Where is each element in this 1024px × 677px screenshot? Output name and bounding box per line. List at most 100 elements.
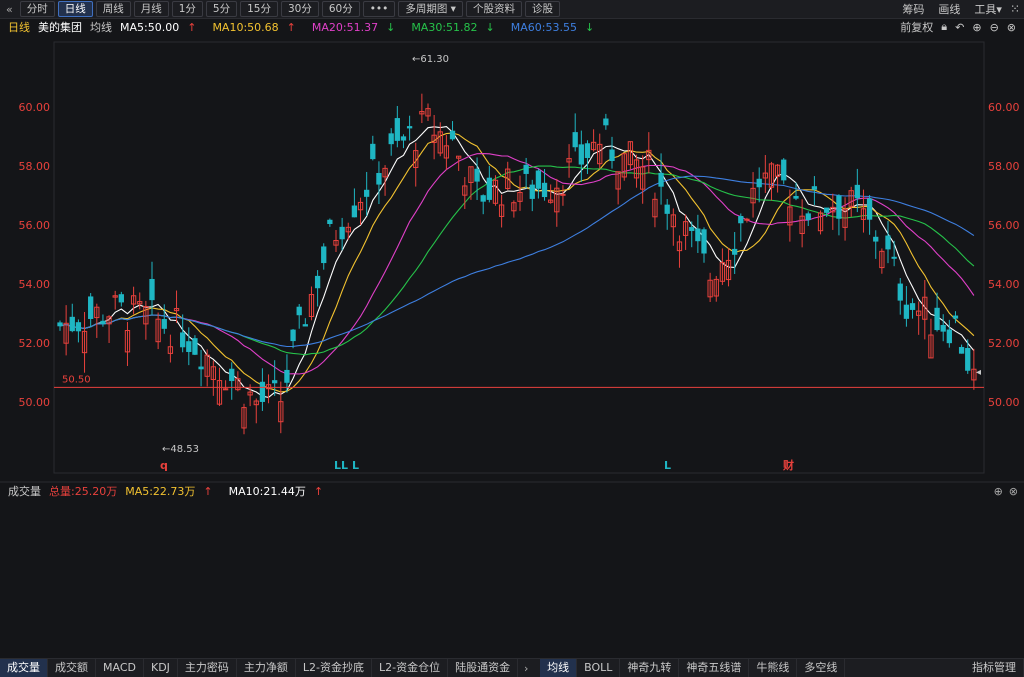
ma5-value: MA5:50.00 bbox=[120, 20, 180, 34]
undo-icon[interactable]: ↶ bbox=[955, 21, 964, 34]
tab-magic-nine[interactable]: 神奇九转 bbox=[620, 659, 680, 677]
chips-button[interactable]: 筹码 bbox=[902, 1, 924, 17]
candle bbox=[302, 318, 308, 327]
plus-circle-icon[interactable]: ⊕ bbox=[994, 485, 1003, 498]
candle-body bbox=[701, 229, 707, 254]
candle-body bbox=[272, 380, 278, 384]
period-tab-weekly[interactable]: 周线 bbox=[95, 1, 131, 17]
candle-body bbox=[370, 143, 376, 160]
event-mark: 财 bbox=[782, 458, 794, 472]
candle-body bbox=[664, 204, 670, 214]
more-periods-button[interactable]: ••• bbox=[362, 1, 396, 17]
volume-ma5-value: MA5:22.73万 bbox=[125, 485, 196, 498]
close-circle-icon[interactable]: ⊗ bbox=[1007, 21, 1016, 34]
candle bbox=[57, 320, 63, 331]
candle bbox=[916, 301, 922, 335]
tab-macd[interactable]: MACD bbox=[96, 659, 144, 677]
tab-l2-bottom[interactable]: L2-资金抄底 bbox=[296, 659, 373, 677]
candle bbox=[118, 291, 124, 307]
candle bbox=[560, 185, 566, 206]
multi-period-button[interactable]: 多周期图 ▾ bbox=[398, 1, 463, 17]
candle-body bbox=[793, 195, 799, 199]
candle-body bbox=[69, 316, 75, 332]
indicator-type[interactable]: 均线 bbox=[90, 19, 112, 35]
candle bbox=[848, 186, 854, 217]
period-tab-5min[interactable]: 5分 bbox=[205, 1, 238, 17]
candle-body bbox=[180, 332, 186, 348]
lock-icon[interactable]: 🔒︎ bbox=[941, 20, 947, 34]
candle bbox=[327, 218, 333, 227]
period-tab-60min[interactable]: 60分 bbox=[321, 1, 360, 17]
candle bbox=[112, 290, 118, 310]
minus-circle-icon[interactable]: ⊖ bbox=[990, 21, 999, 34]
period-tab-1min[interactable]: 1分 bbox=[171, 1, 203, 17]
candle-body bbox=[811, 186, 818, 190]
candle bbox=[69, 303, 75, 333]
candle-body bbox=[149, 278, 155, 301]
candle bbox=[511, 200, 517, 218]
candle-body bbox=[480, 195, 486, 202]
diagnose-button[interactable]: 诊股 bbox=[524, 1, 560, 17]
candle bbox=[388, 128, 394, 156]
tab-long-short[interactable]: 多空线 bbox=[797, 659, 846, 677]
dots-grid-icon[interactable]: ⁙ bbox=[1010, 2, 1020, 16]
candle-body bbox=[658, 172, 664, 187]
candle bbox=[124, 322, 131, 366]
candle bbox=[529, 179, 535, 212]
candle bbox=[198, 349, 204, 387]
arrow-up-icon: ↑ bbox=[187, 20, 197, 34]
period-tab-monthly[interactable]: 月线 bbox=[133, 1, 169, 17]
adjust-mode[interactable]: 前复权 bbox=[900, 19, 933, 35]
tools-button[interactable]: 工具▾ bbox=[974, 1, 1002, 17]
period-tab-30min[interactable]: 30分 bbox=[280, 1, 319, 17]
volume-controls: ⊕ ⊗ bbox=[991, 485, 1024, 498]
candle bbox=[278, 381, 284, 434]
period-tab-15min[interactable]: 15分 bbox=[240, 1, 278, 17]
plus-circle-icon[interactable]: ⊕ bbox=[972, 21, 981, 34]
draw-line-button[interactable]: 画线 bbox=[938, 1, 960, 17]
candle bbox=[419, 93, 425, 124]
chevron-right-icon[interactable]: › bbox=[518, 662, 534, 675]
price-frame bbox=[53, 41, 985, 474]
tab-main-force-code[interactable]: 主力密码 bbox=[178, 659, 237, 677]
close-circle-icon[interactable]: ⊗ bbox=[1009, 485, 1018, 498]
candle-body bbox=[885, 235, 891, 250]
tab-turnover[interactable]: 成交额 bbox=[48, 659, 96, 677]
candle-body bbox=[738, 215, 744, 224]
candle bbox=[952, 311, 959, 324]
candle bbox=[210, 360, 216, 396]
candle-body bbox=[474, 168, 480, 182]
tab-volume[interactable]: 成交量 bbox=[0, 659, 48, 677]
candle bbox=[449, 121, 456, 141]
ma60-value: MA60:53.55 bbox=[510, 20, 577, 34]
tab-ma[interactable]: 均线 bbox=[540, 659, 578, 677]
candle bbox=[443, 135, 450, 170]
price-tick-left: 50.00 bbox=[19, 396, 51, 409]
candle-body bbox=[364, 189, 370, 197]
period-tab-fenshi[interactable]: 分时 bbox=[19, 1, 55, 17]
candle bbox=[670, 208, 676, 246]
candle bbox=[216, 367, 223, 406]
tab-northbound[interactable]: 陆股通资金 bbox=[448, 659, 519, 677]
candle-body bbox=[609, 149, 615, 161]
candle bbox=[940, 314, 946, 342]
kline-chart[interactable]: 60.00 60.00 58.00 58.00 56.00 56.00 54.00 54.00… bbox=[0, 36, 1024, 483]
stock-info-button[interactable]: 个股资料 bbox=[465, 1, 522, 17]
tab-boll[interactable]: BOLL bbox=[577, 659, 621, 677]
tab-bull-bear[interactable]: 牛熊线 bbox=[749, 659, 798, 677]
tab-main-force-net[interactable]: 主力净额 bbox=[237, 659, 296, 677]
ma10-value: MA10:50.68 bbox=[212, 20, 279, 34]
candle bbox=[88, 293, 94, 328]
candle-body bbox=[572, 132, 578, 148]
candle bbox=[799, 199, 805, 248]
ma30-legend: MA30:51.82 ↓ bbox=[411, 21, 502, 34]
double-chevron-left-icon[interactable]: « bbox=[6, 3, 13, 16]
tab-indicator-manage[interactable]: 指标管理 bbox=[965, 659, 1024, 677]
tab-magic-five[interactable]: 神奇五线谱 bbox=[679, 659, 750, 677]
indicator-tabs: 成交量 成交额 MACD KDJ 主力密码 主力净额 L2-资金抄底 L2-资金… bbox=[0, 658, 1024, 677]
tab-kdj[interactable]: KDJ bbox=[144, 659, 178, 677]
candle bbox=[425, 103, 431, 121]
candle-body bbox=[302, 324, 308, 327]
period-tab-daily[interactable]: 日线 bbox=[57, 1, 93, 17]
tab-l2-position[interactable]: L2-资金仓位 bbox=[372, 659, 449, 677]
